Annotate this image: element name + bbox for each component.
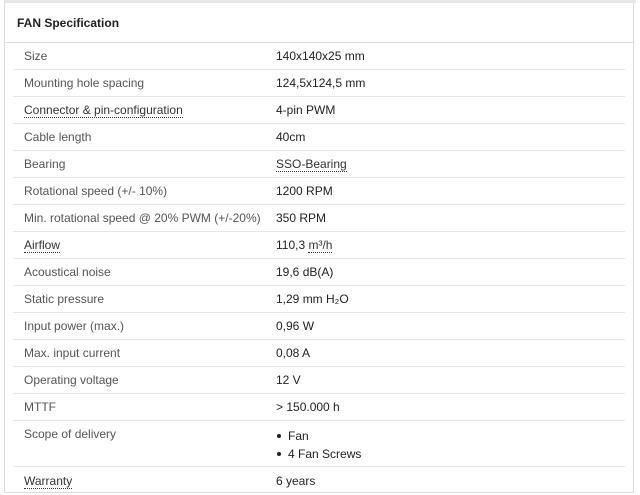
spec-row-voltage: Operating voltage 12 V bbox=[13, 367, 625, 394]
list-item: 4 Fan Screws bbox=[276, 445, 625, 463]
spec-value: > 150.000 h bbox=[276, 400, 340, 414]
spec-label: Scope of delivery bbox=[24, 427, 117, 441]
spec-row-delivery: Scope of delivery Fan 4 Fan Screws bbox=[13, 421, 625, 467]
spec-row-current: Max. input current 0,08 A bbox=[13, 340, 625, 367]
delivery-list: Fan 4 Fan Screws bbox=[276, 427, 625, 463]
bearing-tooltip-term[interactable]: SSO-Bearing bbox=[276, 157, 347, 172]
spec-label: Max. input current bbox=[24, 346, 121, 360]
warranty-tooltip-term[interactable]: Warranty bbox=[24, 473, 73, 489]
spec-row-mounting: Mounting hole spacing 124,5x124,5 mm bbox=[13, 70, 625, 97]
spec-value-cell: Fan 4 Fan Screws bbox=[276, 427, 625, 463]
spec-label: Input power (max.) bbox=[24, 319, 125, 333]
spec-label: Min. rotational speed @ 20% PWM (+/-20%) bbox=[24, 211, 261, 225]
airflow-unit-tooltip-term[interactable]: m³/h bbox=[308, 238, 333, 253]
spec-table: Size 140x140x25 mm Mounting hole spacing… bbox=[13, 43, 625, 494]
spec-label: Static pressure bbox=[24, 292, 105, 306]
spec-row-warranty: Warranty 6 years bbox=[13, 467, 625, 494]
connector-tooltip-term[interactable]: Connector & pin-configuration bbox=[24, 103, 183, 118]
spec-value: 0,08 A bbox=[276, 346, 311, 360]
spec-row-size: Size 140x140x25 mm bbox=[13, 43, 625, 70]
list-item: Fan bbox=[276, 427, 625, 445]
spec-value: 350 RPM bbox=[276, 211, 327, 225]
spec-label: Acoustical noise bbox=[24, 265, 111, 279]
spec-row-power: Input power (max.) 0,96 W bbox=[13, 313, 625, 340]
spec-label-cell: Connector & pin-configuration bbox=[13, 103, 276, 118]
spec-label: Bearing bbox=[24, 157, 66, 171]
spec-row-mttf: MTTF > 150.000 h bbox=[13, 394, 625, 421]
spec-value: 124,5x124,5 mm bbox=[276, 76, 366, 90]
airflow-tooltip-term[interactable]: Airflow bbox=[24, 238, 61, 253]
spec-value: 40cm bbox=[276, 130, 306, 144]
spec-row-pressure: Static pressure 1,29 mm H₂O bbox=[13, 286, 625, 313]
spec-label: Rotational speed (+/- 10%) bbox=[24, 184, 168, 198]
spec-row-bearing: Bearing SSO-Bearing bbox=[13, 151, 625, 178]
spec-row-cable: Cable length 40cm bbox=[13, 124, 625, 151]
fan-spec-panel: FAN Specification Size 140x140x25 mm Mou… bbox=[4, 3, 634, 493]
airflow-number: 110,3 bbox=[276, 238, 309, 252]
spec-label-cell: Warranty bbox=[13, 473, 276, 489]
spec-row-speed: Rotational speed (+/- 10%) 1200 RPM bbox=[13, 178, 625, 205]
spec-label: Operating voltage bbox=[24, 373, 119, 387]
spec-label-cell: Airflow bbox=[13, 238, 276, 253]
spec-value: 0,96 W bbox=[276, 319, 315, 333]
spec-value: 12 V bbox=[276, 373, 301, 387]
panel-header: FAN Specification bbox=[5, 3, 633, 43]
spec-value: 6 years bbox=[276, 473, 316, 488]
spec-row-airflow: Airflow 110,3 m³/h bbox=[13, 232, 625, 259]
spec-label: Cable length bbox=[24, 130, 92, 144]
spec-value: 1,29 mm H₂O bbox=[276, 292, 349, 306]
spec-row-noise: Acoustical noise 19,6 dB(A) bbox=[13, 259, 625, 286]
spec-row-connector: Connector & pin-configuration 4-pin PWM bbox=[13, 97, 625, 124]
spec-value: 19,6 dB(A) bbox=[276, 265, 334, 279]
spec-label: MTTF bbox=[24, 400, 56, 414]
spec-value: 140x140x25 mm bbox=[276, 49, 365, 63]
spec-row-min-speed: Min. rotational speed @ 20% PWM (+/-20%)… bbox=[13, 205, 625, 232]
spec-label: Size bbox=[24, 49, 48, 63]
spec-value-cell: SSO-Bearing bbox=[276, 157, 625, 172]
spec-value: 1200 RPM bbox=[276, 184, 333, 198]
panel-title: FAN Specification bbox=[17, 15, 120, 30]
spec-value: 4-pin PWM bbox=[276, 103, 336, 117]
spec-label: Mounting hole spacing bbox=[24, 76, 145, 90]
spec-value-cell: 110,3 m³/h bbox=[276, 238, 625, 253]
page: FAN Specification Size 140x140x25 mm Mou… bbox=[0, 0, 640, 495]
